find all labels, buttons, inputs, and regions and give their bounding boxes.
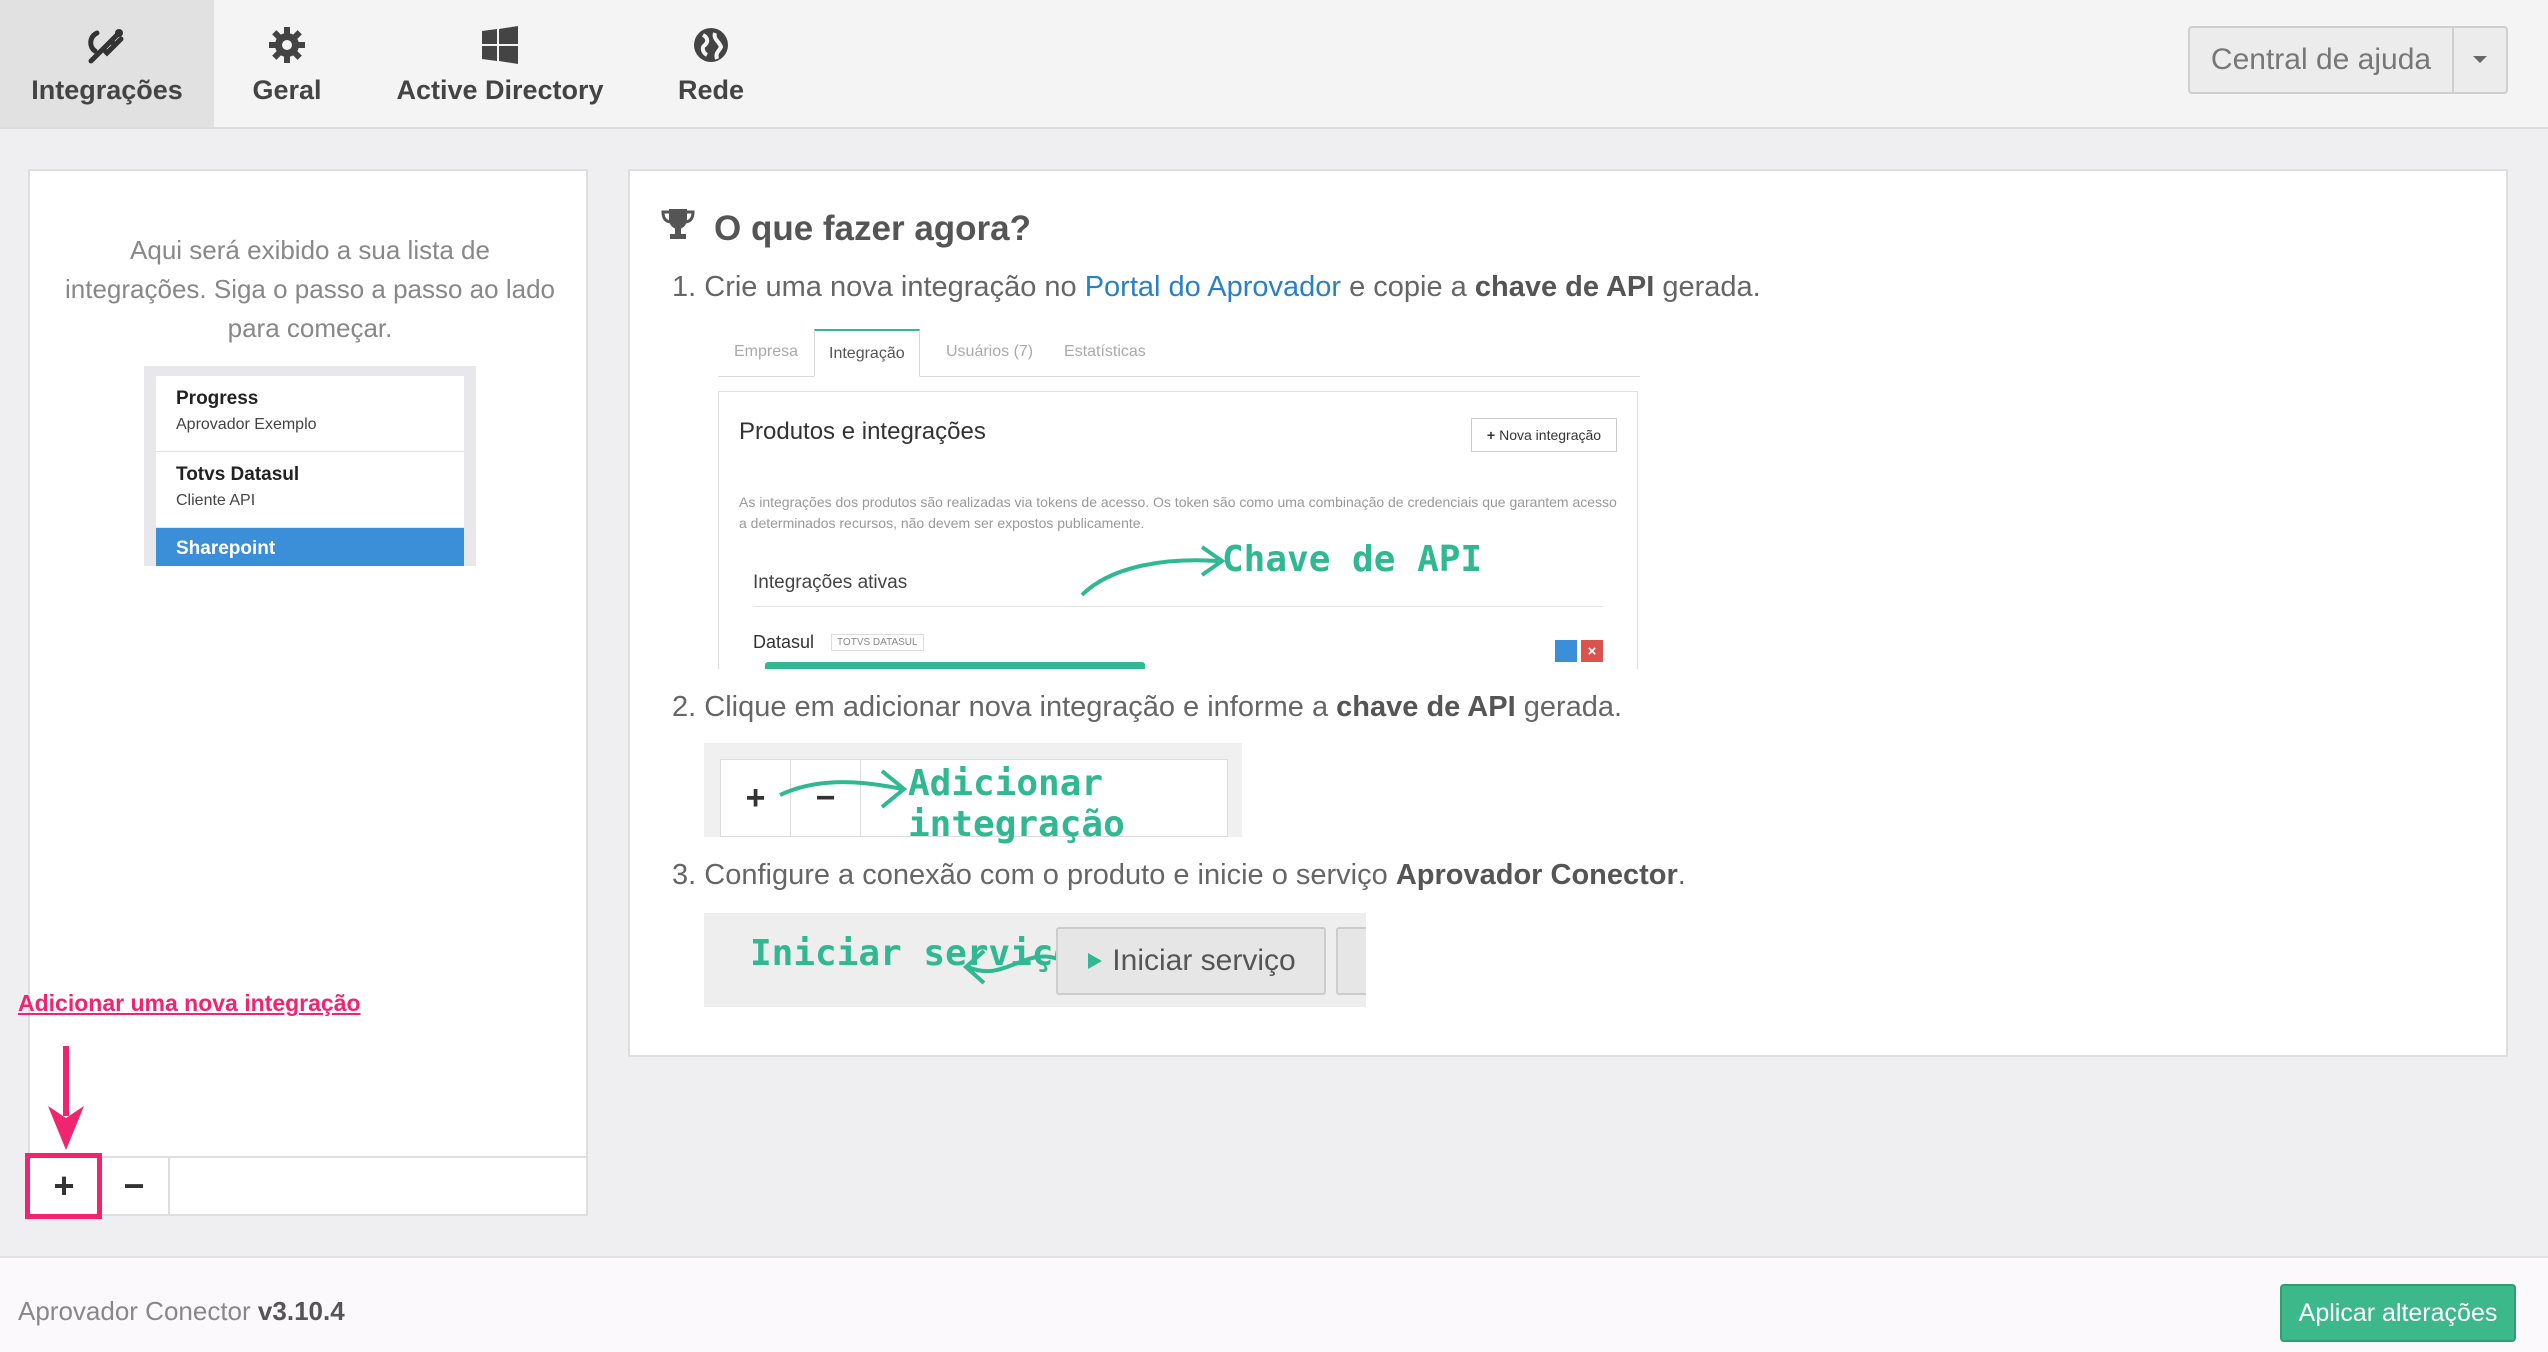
remove-integration-button[interactable]: −: [100, 1158, 170, 1214]
apply-changes-button[interactable]: Aplicar alterações: [2280, 1284, 2516, 1342]
tab-label: Geral: [252, 75, 322, 105]
refresh-icon: [1336, 927, 1366, 995]
step-3: 3. Configure a conexão com o produto e i…: [672, 859, 1686, 891]
add-integration-callout: Adicionar integração: [908, 763, 1125, 845]
api-key-callout: Chave de API: [1222, 539, 1483, 580]
app-version: Aprovador Conector v3.10.4: [18, 1296, 345, 1326]
tab-label: Active Directory: [396, 75, 604, 105]
plus-icon: +: [1486, 427, 1496, 443]
callout-arrow-icon: [1080, 545, 1226, 597]
tab-active-directory[interactable]: Active Directory: [380, 0, 620, 127]
tab-label: Integrações: [31, 75, 183, 105]
plug-icon: [85, 21, 129, 69]
example-list-image: Progress Aprovador Exemplo Totvs Datasul…: [144, 366, 476, 566]
annotation-arrow-icon: [48, 1046, 84, 1150]
list-toolbar: + −: [30, 1156, 586, 1214]
tab-integracoes[interactable]: Integrações: [0, 0, 214, 127]
gear-icon: [267, 21, 307, 69]
portal-screenshot: Empresa Integração Usuários (7) Estatíst…: [718, 329, 1640, 669]
step-2: 2. Clique em adicionar nova integração e…: [672, 691, 1623, 723]
new-integration-example-button: + Nova integração: [1471, 418, 1617, 452]
windows-icon: [480, 21, 520, 69]
chevron-down-icon[interactable]: [2452, 28, 2506, 92]
tab-label: Rede: [677, 75, 745, 105]
add-integration-screenshot: + − Adicionar integração: [704, 743, 1242, 845]
tab-geral[interactable]: Geral: [214, 0, 360, 127]
empty-list-hint: Aqui será exibido a sua lista de integra…: [64, 235, 555, 343]
callout-arrow-icon: [779, 769, 908, 809]
integrations-list-panel: Aqui será exibido a sua lista de integra…: [28, 169, 588, 1216]
callout-arrow-icon: [962, 949, 1059, 985]
annotation-highlight-box: [25, 1153, 102, 1219]
example-list-item-selected: Sharepoint: [156, 528, 464, 566]
help-center-dropdown[interactable]: Central de ajuda: [2188, 26, 2508, 94]
tab-rede[interactable]: Rede: [650, 0, 772, 127]
top-tab-bar: Integrações Geral Active Directory Rede …: [0, 0, 2548, 129]
example-list-item: Totvs Datasul Cliente API: [156, 452, 464, 528]
portal-link[interactable]: Portal do Aprovador: [1085, 271, 1341, 303]
annotation-label: Adicionar uma nova integração: [18, 990, 361, 1016]
help-center-button[interactable]: Central de ajuda: [2190, 28, 2452, 92]
footer-bar: Aprovador Conector v3.10.4 Aplicar alter…: [0, 1256, 2548, 1352]
what-to-do-panel: O que fazer agora? 1. Crie uma nova inte…: [628, 169, 2508, 1057]
play-icon: [1088, 953, 1103, 969]
close-icon: ×: [1581, 640, 1603, 662]
example-list-item: Progress Aprovador Exemplo: [156, 376, 464, 452]
pencil-icon: [1555, 640, 1577, 662]
step-1: 1. Crie uma nova integração no Portal do…: [672, 271, 1761, 303]
globe-icon: [691, 21, 731, 69]
page-title: O que fazer agora?: [660, 207, 1031, 250]
trophy-icon: [660, 207, 696, 250]
start-service-example-button: Iniciar serviço: [1056, 927, 1326, 995]
start-service-screenshot: Iniciar serviço Iniciar serviço: [704, 913, 1366, 1007]
api-key-redacted-bar: [765, 662, 1145, 669]
